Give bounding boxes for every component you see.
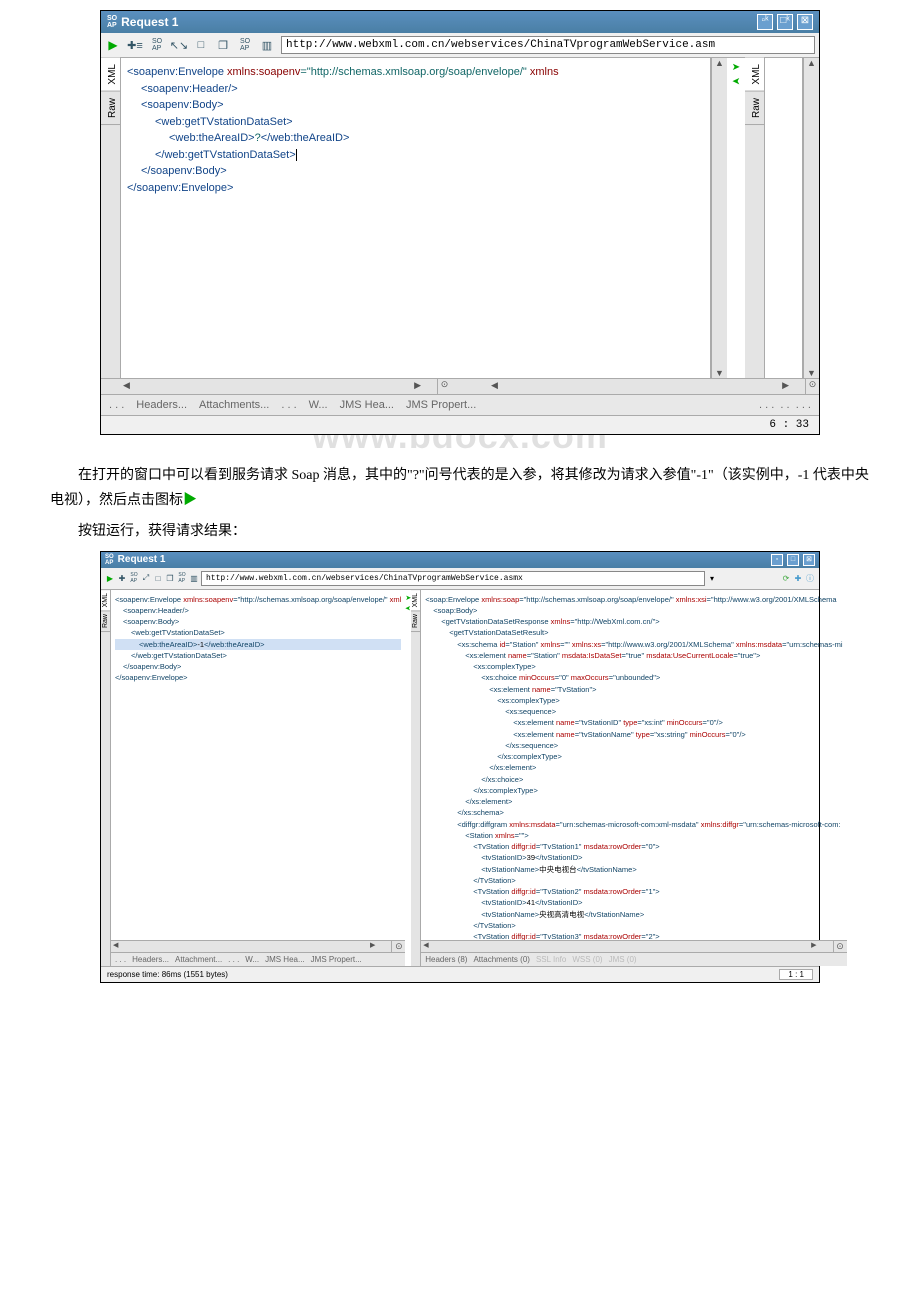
xml-response-pane-2[interactable]: <soap:Envelope xmlns:soap="http://schema… [421, 590, 846, 940]
tab-item[interactable]: . . . [109, 399, 124, 411]
toolbar: ▶ ✚≡ SOAP ↖↘ □ ❐ SOAP ▥ http://www.webxm… [101, 33, 819, 58]
figure-1-window: SOAP Request 1 ▫ᵏ □ᵏ ⊠ ▶ ✚≡ SOAP ↖↘ □ ❐ … [100, 10, 820, 435]
tab-item[interactable]: JMS Propert... [311, 955, 362, 964]
vscroll[interactable] [711, 58, 727, 378]
soap2-icon[interactable]: SOAP [237, 37, 253, 53]
min-button[interactable]: ▫ᵏ [757, 14, 773, 30]
soap-icon: SOAP [105, 554, 114, 566]
expand-icon[interactable]: ↖↘ [171, 37, 187, 53]
left-side-tabs: XML Raw [101, 58, 121, 378]
soap2-icon[interactable]: SOAP [177, 573, 187, 583]
arrow-left-icon: ➤ [732, 75, 740, 86]
response-pane-empty [765, 58, 803, 378]
figure-2-window: SOAP Request 1 ▫ □ ⊠ ▶ ✚ SOAP ⤢ □ ❐ SOAP… [100, 551, 820, 983]
tab-item[interactable]: . . . [281, 399, 296, 411]
min-button[interactable]: ▫ [771, 554, 783, 566]
hscroll-row: ⊙ ⊙ [101, 378, 819, 394]
tab-item[interactable]: Attachments... [199, 399, 269, 411]
xml-request-pane-2[interactable]: <soapenv:Envelope xmlns:soapenv="http://… [111, 590, 405, 940]
tab-item[interactable]: Attachments (0) [473, 955, 529, 964]
add-icon[interactable]: ✚≡ [127, 37, 143, 53]
tab-item[interactable]: WSS (0) [572, 955, 602, 964]
status-bar: 6 : 33 [101, 415, 819, 434]
copy-icon[interactable]: ❐ [215, 37, 231, 53]
left-side-tabs-2: XML Raw [101, 590, 111, 966]
status-bar-2: response time: 86ms (1551 bytes) 1 : 1 [101, 966, 819, 982]
stop-icon[interactable]: □ [193, 37, 209, 53]
xml-request-pane[interactable]: <soapenv:Envelope xmlns:soapenv="http://… [121, 58, 711, 378]
bottom-tabs-left: . . . Headers... Attachments... . . . W.… [101, 394, 819, 415]
tab-xml[interactable]: XML [101, 58, 120, 92]
db-icon[interactable]: ▥ [189, 573, 199, 583]
tab-xml[interactable]: XML [101, 590, 110, 611]
copy-icon[interactable]: ❐ [165, 573, 175, 583]
hscroll-r2[interactable] [421, 941, 832, 952]
close-button[interactable]: ⊠ [797, 14, 813, 30]
right-side-tabs-2: XML Raw [411, 590, 421, 966]
tab-raw-r[interactable]: Raw [745, 92, 764, 125]
hscroll-left[interactable] [121, 379, 437, 394]
tab-item[interactable]: . . . [115, 955, 126, 964]
tab-item[interactable]: SSL Info [536, 955, 566, 964]
tab-raw[interactable]: Raw [411, 611, 420, 632]
add-icon[interactable]: ✚ [117, 573, 127, 583]
arrow-right-icon: ➤ [732, 62, 740, 73]
soap-icon: SOAP [107, 15, 117, 29]
plus-icon[interactable]: ✚ [793, 573, 803, 583]
run-icon[interactable]: ▶ [105, 573, 115, 583]
tab-item[interactable]: JMS Propert... [406, 399, 476, 411]
tab-item[interactable]: Headers (8) [425, 955, 467, 964]
response-time: response time: 86ms (1551 bytes) [107, 970, 228, 979]
url-input-2[interactable]: http://www.webxml.com.cn/webservices/Chi… [201, 571, 705, 586]
transfer-arrows: ➤ ➤ [727, 58, 745, 378]
search-icon[interactable]: ⊙ [437, 379, 451, 394]
soapicon[interactable]: SOAP [129, 573, 139, 583]
close-button[interactable]: ⊠ [803, 554, 815, 566]
tab-item[interactable]: JMS Hea... [265, 955, 305, 964]
stop-icon[interactable]: □ [153, 573, 163, 583]
tab-item[interactable]: . . . [228, 955, 239, 964]
tab-item[interactable]: Attachment... [175, 955, 222, 964]
tab-xml-r[interactable]: XML [745, 58, 764, 92]
tab-xml[interactable]: XML [411, 590, 420, 611]
tab-item[interactable]: JMS (0) [609, 955, 637, 964]
refresh-icon[interactable]: ⟳ [781, 573, 791, 583]
tab-item[interactable]: JMS Hea... [340, 399, 394, 411]
search-icon-r[interactable]: ⊙ [805, 379, 819, 394]
tab-item[interactable]: W... [245, 955, 259, 964]
hscroll[interactable] [111, 941, 391, 952]
tab-item[interactable]: Headers... [132, 955, 169, 964]
cursor-position-2: 1 : 1 [779, 969, 813, 980]
paragraph-1: 在打开的窗口中可以看到服务请求 Soap 消息，其中的"?"问号代表的是入参，将… [50, 463, 870, 513]
run-icon[interactable]: ▶ [105, 37, 121, 53]
soap-toolicon[interactable]: SOAP [149, 37, 165, 53]
tab-item[interactable]: W... [309, 399, 328, 411]
title-bar: SOAP Request 1 ▫ᵏ □ᵏ ⊠ [101, 11, 819, 33]
tab-raw[interactable]: Raw [101, 611, 110, 632]
search-icon[interactable]: ⊙ [833, 941, 847, 952]
bottom-tabs-right-2: Headers (8) Attachments (0) SSL Info WSS… [421, 952, 846, 966]
title-bar-2: SOAP Request 1 ▫ □ ⊠ [101, 552, 819, 568]
paragraph-2: 按钮运行，获得请求结果： [50, 519, 870, 544]
hscroll-right[interactable] [489, 379, 805, 394]
max-button[interactable]: □ᵏ [777, 14, 793, 30]
search-icon[interactable]: ⊙ [391, 941, 405, 952]
right-side-tabs: XML Raw [745, 58, 765, 378]
info-icon[interactable]: ⓘ [805, 573, 815, 583]
db-icon[interactable]: ▥ [259, 37, 275, 53]
bottom-tabs-left-2: . . . Headers... Attachment... . . . W..… [111, 952, 405, 966]
vscroll-r[interactable] [803, 58, 819, 378]
toolbar-2: ▶ ✚ SOAP ⤢ □ ❐ SOAP ▥ http://www.webxml.… [101, 568, 819, 590]
window-title: Request 1 [121, 15, 757, 29]
url-input[interactable]: http://www.webxml.com.cn/webservices/Chi… [281, 36, 815, 54]
play-inline-icon: ▶ [183, 493, 197, 508]
cursor-position: 6 : 33 [769, 419, 809, 431]
tab-item[interactable]: Headers... [136, 399, 187, 411]
max-button[interactable]: □ [787, 554, 799, 566]
expand-icon[interactable]: ⤢ [141, 573, 151, 583]
tab-item-r: . . . . . . . . [759, 399, 811, 411]
tab-raw[interactable]: Raw [101, 92, 120, 125]
window-title-2: Request 1 [118, 554, 771, 565]
